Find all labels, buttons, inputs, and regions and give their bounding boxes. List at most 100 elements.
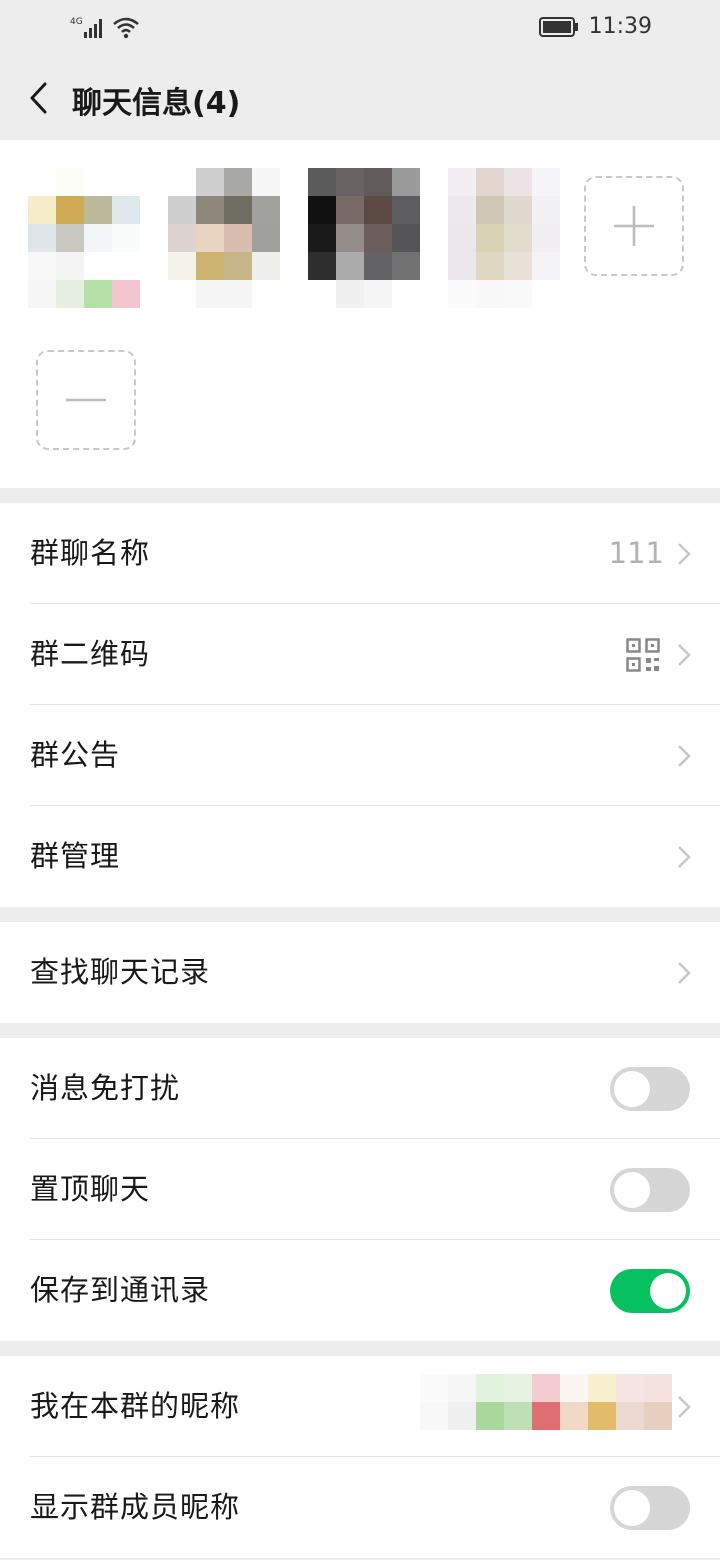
group-info-section: 群聊名称 111 群二维码 群公告 群管理: [0, 503, 720, 907]
add-member-button[interactable]: [584, 176, 684, 276]
back-button[interactable]: [18, 74, 58, 122]
nickname-pixel: [644, 1402, 672, 1430]
avatar-pixel: [476, 252, 504, 280]
member-avatar[interactable]: [168, 168, 280, 318]
avatar-pixel: [532, 196, 560, 224]
toggle-knob: [614, 1172, 650, 1208]
status-bar: 4G 11:39: [0, 0, 720, 56]
avatar-pixel: [168, 168, 196, 196]
avatar-pixel: [336, 196, 364, 224]
avatar-pixel: [112, 224, 140, 252]
avatar-pixel: [308, 168, 336, 196]
avatar-pixel: [476, 224, 504, 252]
member-grid: [0, 140, 720, 488]
avatar-pixel: [224, 224, 252, 252]
nickname-pixel: [504, 1374, 532, 1402]
member-avatar[interactable]: [308, 168, 420, 318]
avatar-pixel: [56, 196, 84, 224]
pin-label: 置顶聊天: [30, 1172, 151, 1206]
avatar-pixel: [196, 168, 224, 196]
avatar-pixel: [84, 280, 112, 308]
avatar-pixel: [504, 168, 532, 196]
nickname-pixel: [504, 1402, 532, 1430]
avatar-pixel: [448, 224, 476, 252]
avatar-pixel: [112, 196, 140, 224]
group-manage-row[interactable]: 群管理: [0, 806, 720, 907]
group-notice-row[interactable]: 群公告: [0, 705, 720, 806]
avatar-pixel: [364, 252, 392, 280]
avatar-pixel: [532, 252, 560, 280]
search-section: 查找聊天记录: [0, 922, 720, 1023]
avatar-pixel: [252, 224, 280, 252]
avatar-pixel: [504, 280, 532, 308]
nickname-pixel: [560, 1402, 588, 1430]
avatar-pixel: [448, 252, 476, 280]
avatar-pixel: [224, 168, 252, 196]
avatar-pixel: [252, 280, 280, 308]
page-title: 聊天信息(4): [72, 86, 241, 121]
avatar-pixel: [56, 224, 84, 252]
nickname-pixel: [588, 1374, 616, 1402]
nickname-pixel: [420, 1374, 448, 1402]
save-contacts-toggle[interactable]: [610, 1269, 690, 1313]
avatar-pixel: [252, 168, 280, 196]
group-name-label: 群聊名称: [30, 536, 151, 570]
pin-toggle[interactable]: [610, 1168, 690, 1212]
nickname-pixel: [560, 1374, 588, 1402]
avatar-pixel: [308, 252, 336, 280]
group-name-row[interactable]: 群聊名称 111: [0, 503, 720, 604]
member-avatar[interactable]: [28, 168, 140, 318]
group-qr-row[interactable]: 群二维码: [0, 604, 720, 705]
avatar-pixel: [168, 252, 196, 280]
chevron-right-icon: [678, 543, 691, 565]
avatar-pixel: [392, 168, 420, 196]
group-name-value: 111: [608, 536, 664, 570]
avatar-pixel: [336, 168, 364, 196]
avatar-pixel: [336, 224, 364, 252]
avatar-pixel: [28, 280, 56, 308]
avatar-pixel: [56, 252, 84, 280]
mute-toggle[interactable]: [610, 1067, 690, 1111]
nickname-pixel: [532, 1402, 560, 1430]
nickname-pixel: [616, 1374, 644, 1402]
remove-member-button[interactable]: [36, 350, 136, 450]
save-contacts-label: 保存到通讯录: [30, 1273, 211, 1307]
avatar-pixel: [84, 224, 112, 252]
avatar-pixel: [84, 168, 112, 196]
avatar-pixel: [476, 280, 504, 308]
avatar-pixel: [336, 252, 364, 280]
avatar-pixel: [168, 196, 196, 224]
avatar-pixel: [224, 252, 252, 280]
avatar-pixel: [504, 252, 532, 280]
avatar-pixel: [476, 168, 504, 196]
avatar-pixel: [168, 224, 196, 252]
my-nickname-row[interactable]: 我在本群的昵称: [0, 1356, 720, 1457]
search-history-row[interactable]: 查找聊天记录: [0, 922, 720, 1023]
member-avatar[interactable]: [448, 168, 560, 318]
avatar-pixel: [224, 196, 252, 224]
show-nickname-toggle[interactable]: [610, 1486, 690, 1530]
nickname-pixel: [448, 1374, 476, 1402]
nickname-pixel: [644, 1374, 672, 1402]
toggle-knob: [614, 1490, 650, 1526]
nickname-pixel: [476, 1374, 504, 1402]
avatar-pixel: [308, 280, 336, 308]
avatar-pixel: [196, 252, 224, 280]
avatar-pixel: [532, 224, 560, 252]
avatar-pixel: [196, 196, 224, 224]
chevron-right-icon: [678, 846, 691, 868]
avatar-pixel: [476, 196, 504, 224]
avatar-pixel: [392, 280, 420, 308]
signal-icon: 4G: [70, 17, 102, 38]
show-nickname-row: 显示群成员昵称: [0, 1457, 720, 1558]
save-contacts-row: 保存到通讯录: [0, 1240, 720, 1341]
nickname-pixel: [420, 1402, 448, 1430]
avatar-pixel: [56, 280, 84, 308]
avatar-pixel: [84, 196, 112, 224]
avatar-pixel: [336, 280, 364, 308]
avatar-pixel: [448, 168, 476, 196]
qr-code-icon: [626, 638, 660, 672]
avatar-pixel: [364, 224, 392, 252]
status-left: 4G: [70, 14, 140, 40]
avatar-pixel: [392, 252, 420, 280]
